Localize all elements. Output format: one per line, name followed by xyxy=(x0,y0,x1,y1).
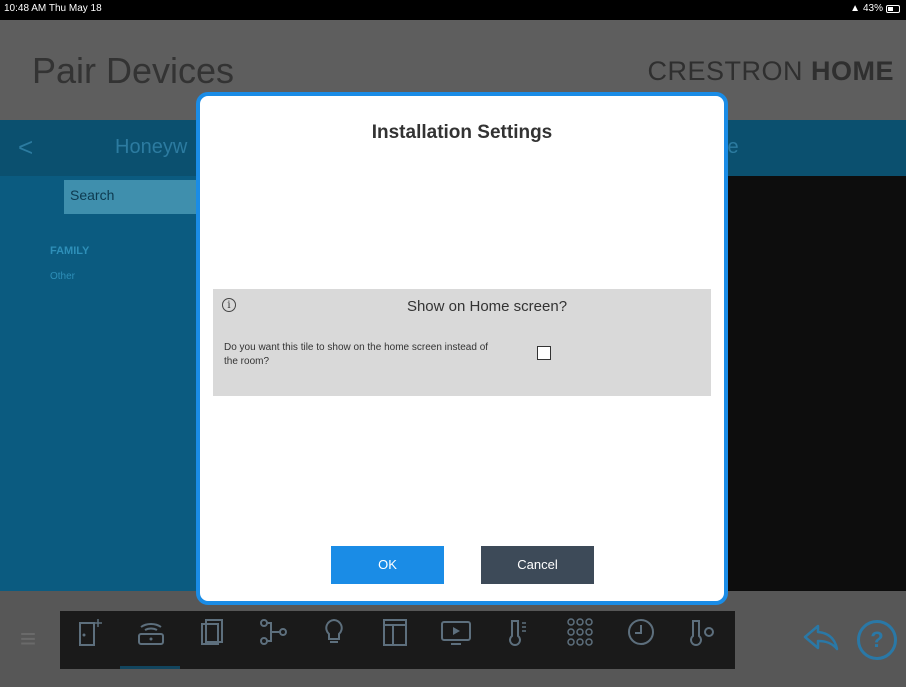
family-label: FAMILY xyxy=(50,245,90,257)
active-tab-indicator xyxy=(120,666,180,669)
media-icon[interactable] xyxy=(436,617,476,657)
brand-bold: HOME xyxy=(811,56,894,86)
page-title: Pair Devices xyxy=(32,50,235,91)
clock-icon[interactable] xyxy=(621,617,661,657)
router-icon[interactable] xyxy=(131,617,171,657)
thermostat-icon[interactable] xyxy=(682,617,722,657)
ok-button[interactable]: OK xyxy=(331,546,444,584)
lightbulb-icon[interactable] xyxy=(314,617,354,657)
door-icon[interactable] xyxy=(70,617,110,657)
filter-panel xyxy=(0,176,200,591)
search-input[interactable]: Search xyxy=(64,180,204,214)
setting-description: Do you want this tile to show on the hom… xyxy=(224,342,489,367)
keypad-icon[interactable] xyxy=(560,617,600,657)
thermometer-icon[interactable] xyxy=(497,617,537,657)
dialog-title: Installation Settings xyxy=(371,122,553,143)
closet-icon[interactable] xyxy=(375,617,415,657)
share-icon[interactable] xyxy=(800,622,842,658)
home-screen-setting: i Show on Home screen? Do you want this … xyxy=(213,289,711,396)
cancel-button[interactable]: Cancel xyxy=(481,546,594,584)
family-value[interactable]: Other xyxy=(50,271,75,282)
help-button[interactable]: ? xyxy=(857,620,897,660)
status-right: ▲ 43% xyxy=(850,3,900,14)
back-button[interactable]: < xyxy=(18,132,33,163)
brand-light: CRESTRON xyxy=(647,56,803,86)
setting-title: Show on Home screen? xyxy=(406,298,568,315)
scene-icon[interactable] xyxy=(253,617,293,657)
status-bar: 10:48 AM Thu May 18 ▲ 43% xyxy=(0,0,906,20)
installation-settings-dialog: Installation Settings i Show on Home scr… xyxy=(196,92,728,605)
menu-icon[interactable]: ≡ xyxy=(10,624,46,654)
wifi-icon: ▲ xyxy=(850,3,860,14)
shades-icon[interactable] xyxy=(192,617,232,657)
manufacturer-title: Honeyw xyxy=(115,136,188,158)
battery-icon xyxy=(886,4,900,13)
brand-logo: CRESTRON HOME xyxy=(647,56,894,87)
device-list-panel xyxy=(720,176,906,591)
status-time: 10:48 AM Thu May 18 xyxy=(4,3,102,14)
battery-percent: 43% xyxy=(862,3,883,14)
show-on-home-checkbox[interactable] xyxy=(537,346,551,360)
